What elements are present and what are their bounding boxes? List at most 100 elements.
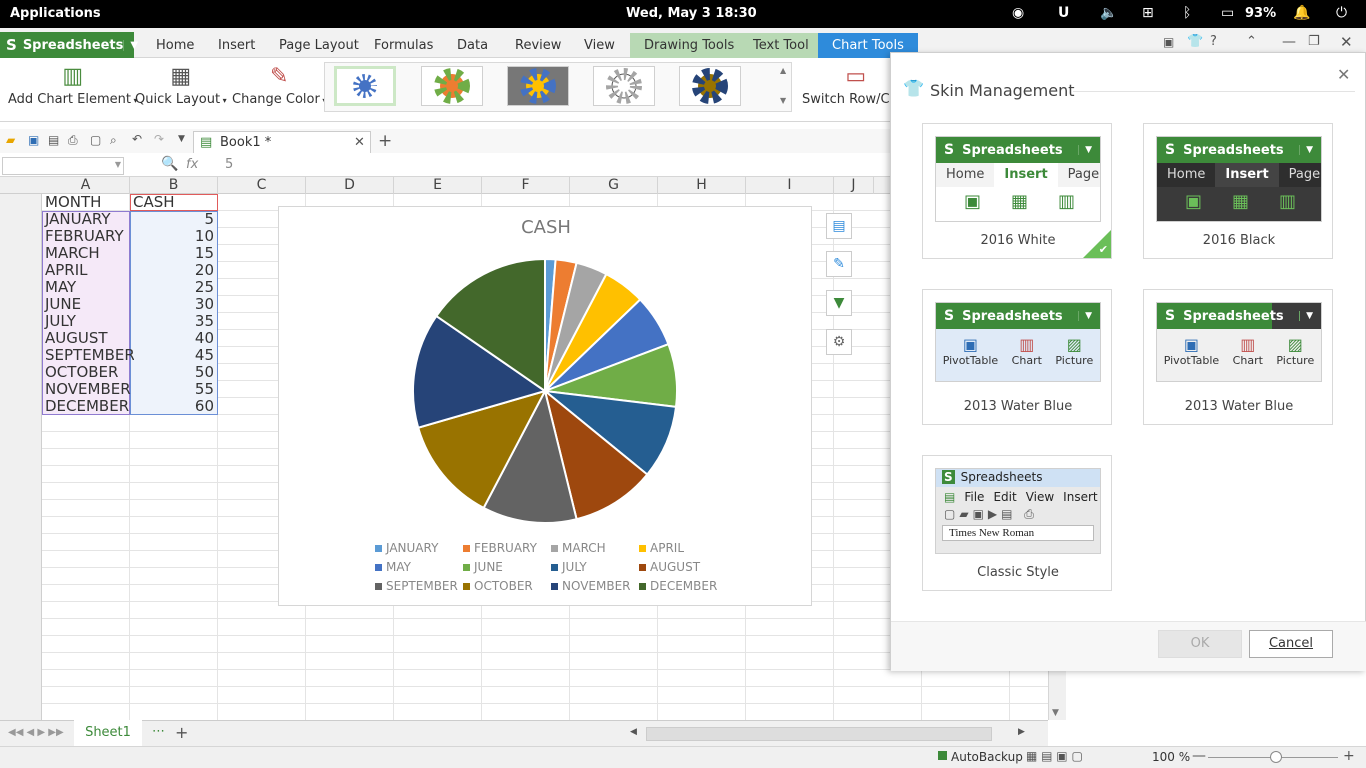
table-cell[interactable]: 20 <box>130 262 218 279</box>
document-tab[interactable]: ▤ Book1 * ✕ <box>193 131 371 153</box>
column-header-a[interactable]: A <box>42 177 130 194</box>
tshirt-skin-icon[interactable]: 👕 <box>1187 34 1203 49</box>
add-sheet-icon[interactable]: + <box>175 723 188 742</box>
legend-item[interactable]: NOVEMBER <box>551 579 631 593</box>
column-header-h[interactable]: H <box>658 177 746 194</box>
tab-drawing-tools[interactable]: Drawing Tools <box>630 33 749 58</box>
clock[interactable]: Wed, May 3 18:30 <box>626 6 757 21</box>
table-cell[interactable]: 45 <box>130 347 218 364</box>
tab-view[interactable]: View <box>574 35 625 56</box>
legend-item[interactable]: JULY <box>551 560 587 574</box>
column-header-f[interactable]: F <box>482 177 570 194</box>
name-box[interactable]: ▼ <box>2 157 124 175</box>
network-icon[interactable]: ⊞ <box>1142 5 1154 21</box>
table-cell[interactable]: 5 <box>130 211 218 228</box>
battery-icon[interactable]: ▭ <box>1221 5 1234 21</box>
tab-text-tool[interactable]: Text Tool <box>739 33 823 58</box>
table-cell[interactable]: 35 <box>130 313 218 330</box>
table-cell[interactable]: 55 <box>130 381 218 398</box>
close-dialog-icon[interactable]: ✕ <box>1337 65 1350 84</box>
close-window-icon[interactable]: ✕ <box>1340 33 1353 51</box>
skin-2013-water-blue[interactable]: S Spreadsheets ▼ ▣ PivotTable ▥ Chart ▨ Pictu… <box>922 289 1112 425</box>
restore-icon[interactable]: ❐ <box>1308 34 1320 49</box>
tab-formulas[interactable]: Formulas <box>364 35 443 56</box>
sheet-tab-sheet1[interactable]: Sheet1 <box>74 720 142 746</box>
table-cell[interactable]: 50 <box>130 364 218 381</box>
legend-item[interactable]: SEPTEMBER <box>375 579 458 593</box>
new-tab-icon[interactable]: + <box>378 131 392 151</box>
print-preview-icon[interactable]: ▢ <box>90 133 101 147</box>
chart-style-4[interactable] <box>593 66 655 106</box>
horizontal-scrollbar[interactable] <box>646 727 992 741</box>
more-sheets-icon[interactable]: ⋯ <box>152 724 165 739</box>
volume-icon[interactable]: 🔈 <box>1100 5 1117 21</box>
collapse-ribbon-icon[interactable]: ⌃ <box>1246 34 1257 49</box>
pie-chart[interactable]: CASH JANUARY FEBRUARY MARCH APRIL MAY JUNE JUL… <box>278 206 812 606</box>
cancel-button[interactable]: Cancel <box>1249 630 1333 658</box>
window-skin-icon[interactable]: ▣ <box>1163 35 1174 49</box>
u-indicator-icon[interactable]: U <box>1058 5 1069 21</box>
table-cell[interactable]: OCTOBER <box>42 364 134 381</box>
chart-style-5[interactable] <box>679 66 741 106</box>
table-cell[interactable]: SEPTEMBER <box>42 347 134 364</box>
autobackup-label[interactable]: AutoBackup <box>951 750 1023 764</box>
tab-insert[interactable]: Insert <box>208 35 265 56</box>
table-cell[interactable]: JULY <box>42 313 134 330</box>
chart-style-1[interactable] <box>334 66 396 106</box>
zoom-in-icon[interactable]: + <box>1343 748 1355 764</box>
applications-menu[interactable]: Applications <box>10 6 101 21</box>
legend-item[interactable]: AUGUST <box>639 560 700 574</box>
chart-style-brush-icon[interactable]: ✎ <box>826 251 852 277</box>
open-icon[interactable]: ▰ <box>6 133 15 147</box>
column-header-g[interactable]: G <box>570 177 658 194</box>
column-header-d[interactable]: D <box>306 177 394 194</box>
column-header-i[interactable]: I <box>746 177 834 194</box>
table-cell[interactable]: AUGUST <box>42 330 134 347</box>
find-icon[interactable]: ⌕ <box>110 133 117 148</box>
undo-icon[interactable]: ↶ <box>132 132 142 146</box>
power-icon[interactable]: ⏻ <box>1336 5 1347 21</box>
table-cell[interactable]: MONTH <box>42 194 130 211</box>
legend-item[interactable]: FEBRUARY <box>463 541 537 555</box>
fx-icon[interactable]: fx <box>186 157 198 172</box>
table-cell[interactable]: 30 <box>130 296 218 313</box>
chart-settings-gear-icon[interactable]: ⚙ <box>826 329 852 355</box>
change-color-button[interactable]: ✎ Change Color ▾ <box>232 64 326 107</box>
skin-classic-style[interactable]: S Spreadsheets ▤ File Edit View Insert ▢▰… <box>922 455 1112 591</box>
toolbar-more-icon[interactable]: ▼ <box>178 134 185 144</box>
legend-item[interactable]: APRIL <box>639 541 684 555</box>
column-header-c[interactable]: C <box>218 177 306 194</box>
skin-2016-white[interactable]: S Spreadsheets ▼ Home Insert Page ▣▦▥ 2016… <box>922 123 1112 259</box>
table-cell[interactable]: 25 <box>130 279 218 296</box>
column-header-b[interactable]: B <box>130 177 218 194</box>
legend-item[interactable]: OCTOBER <box>463 579 533 593</box>
close-tab-icon[interactable]: ✕ <box>354 135 365 150</box>
zoom-slider-thumb[interactable] <box>1270 751 1282 763</box>
legend-item[interactable]: JANUARY <box>375 541 438 555</box>
table-cell[interactable]: JUNE <box>42 296 134 313</box>
save-icon[interactable]: ▣ <box>28 133 39 147</box>
table-cell[interactable]: 60 <box>130 398 218 415</box>
legend-item[interactable]: MAY <box>375 560 411 574</box>
tab-data[interactable]: Data <box>447 35 498 56</box>
first-sheet-icon[interactable]: ◀◀ ◀ ▶ ▶▶ <box>8 727 64 738</box>
ok-button[interactable]: OK <box>1158 630 1242 658</box>
table-cell[interactable]: 15 <box>130 245 218 262</box>
save-as-icon[interactable]: ▤ <box>48 133 59 147</box>
zoom-level[interactable]: 100 % <box>1152 750 1190 764</box>
legend-item[interactable]: DECEMBER <box>639 579 717 593</box>
table-cell[interactable]: 10 <box>130 228 218 245</box>
table-cell[interactable]: APRIL <box>42 262 134 279</box>
table-cell[interactable]: MARCH <box>42 245 134 262</box>
scroll-left-icon[interactable]: ◀ <box>630 727 637 737</box>
tab-home[interactable]: Home <box>146 35 204 56</box>
skin-2013-water-blue-alt[interactable]: S Spreadsheets ▼ ▣ PivotTable ▥ Chart ▨ Pictu… <box>1143 289 1333 425</box>
print-icon[interactable]: ⎙ <box>68 133 78 148</box>
column-header-j[interactable]: J <box>834 177 874 194</box>
table-cell[interactable]: 40 <box>130 330 218 347</box>
column-header-e[interactable]: E <box>394 177 482 194</box>
tab-page-layout[interactable]: Page Layout <box>269 35 369 56</box>
zoom-out-icon[interactable]: — <box>1192 748 1206 764</box>
legend-item[interactable]: MARCH <box>551 541 606 555</box>
quick-layout-button[interactable]: ▦ Quick Layout ▾ <box>135 64 227 107</box>
